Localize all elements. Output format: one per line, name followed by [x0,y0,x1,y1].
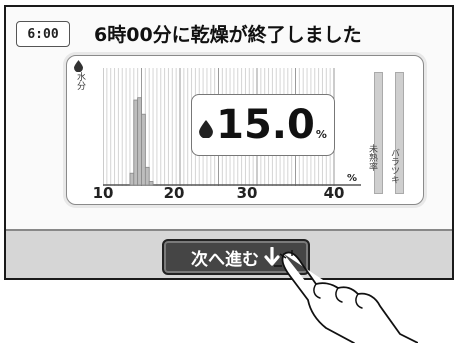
histogram-bar [141,113,146,186]
dryer-display-screen: 6:00 6時00分に乾燥が終了しました 水分 10 20 30 40 % 15… [4,5,454,280]
immature-rate-label: 未熟率 [367,144,377,171]
drop-icon [74,60,83,72]
x-tick-label: 20 [163,184,185,202]
drop-icon [199,120,214,138]
histogram-bar [129,172,135,186]
moisture-chart-panel: 水分 10 20 30 40 % 15.0 % 未熟率 バラツキ [66,55,424,205]
x-unit-label: % [347,173,358,184]
x-tick-label: 10 [92,184,114,202]
page-title: 6時00分に乾燥が終了しました [94,24,362,46]
x-tick-label: 30 [236,184,258,202]
moisture-unit: % [315,128,327,141]
histogram-bar [144,166,150,186]
immature-rate-meter [374,72,383,194]
moisture-readout: 15.0 % [191,94,335,156]
time-badge: 6:00 [16,21,70,47]
next-button-label: 次へ進む [191,249,259,270]
histogram-bar [137,97,142,186]
histogram-bar [148,181,154,186]
histogram-bar [133,99,139,186]
variation-label: バラツキ [389,148,399,184]
moisture-value: 15.0 [216,102,315,148]
hand-pointer-icon [274,250,418,343]
x-tick-label: 40 [323,184,345,202]
moisture-axis-label: 水分 [75,72,85,90]
